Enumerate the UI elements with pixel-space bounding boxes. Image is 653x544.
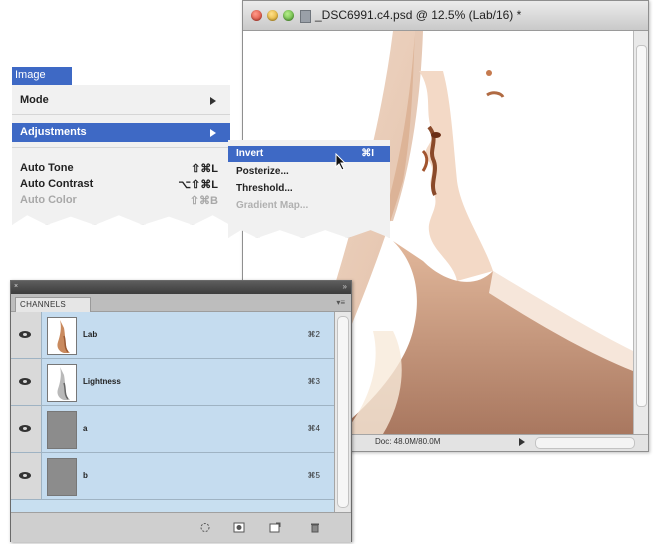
auto-contrast-shortcut: ⌥⇧⌘L: [178, 179, 218, 191]
document-title: _DSC6991.c4.psd @ 12.5% (Lab/16) *: [315, 8, 522, 22]
panel-scroll-thumb[interactable]: [337, 316, 349, 508]
vertical-scroll-thumb[interactable]: [636, 45, 647, 407]
submenu-item-threshold-label: Threshold...: [236, 183, 293, 194]
channel-thumbnail: [47, 364, 77, 402]
mouse-pointer-icon: [335, 153, 347, 171]
channel-row[interactable]: b ⌘5: [11, 453, 334, 500]
document-proxy-icon[interactable]: [300, 10, 311, 23]
panel-tab-row: CHANNELS ▾≡: [11, 294, 351, 312]
visibility-toggle[interactable]: [11, 453, 42, 499]
menu-separator: [12, 114, 230, 115]
auto-color-shortcut: ⇧⌘B: [189, 195, 218, 207]
channels-panel: × » CHANNELS ▾≡ Lab ⌘2 Lightness ⌘3 a ⌘4…: [10, 280, 352, 542]
submenu-arrow-icon: [210, 129, 216, 137]
channel-thumbnail: [47, 411, 77, 449]
eye-icon: [19, 425, 31, 432]
eye-icon: [19, 472, 31, 479]
new-channel-icon[interactable]: [269, 522, 281, 533]
trash-icon[interactable]: [309, 522, 321, 533]
eye-icon: [19, 378, 31, 385]
submenu-item-invert-label: Invert: [236, 148, 264, 159]
channel-name: a: [83, 424, 88, 433]
image-menu-title[interactable]: Image: [12, 67, 72, 85]
menu-item-auto-color-label: Auto Color: [20, 194, 77, 206]
channel-row[interactable]: Lightness ⌘3: [11, 359, 334, 406]
zoom-window-icon[interactable]: [283, 10, 294, 21]
close-window-icon[interactable]: [251, 10, 262, 21]
menu-item-adjustments[interactable]: Adjustments: [12, 123, 230, 142]
menu-separator: [12, 147, 230, 148]
menu-item-auto-tone-label: Auto Tone: [20, 162, 74, 174]
submenu-item-posterize[interactable]: Posterize...: [228, 164, 390, 180]
channel-shortcut: ⌘4: [307, 424, 320, 433]
panel-bottom-bar: [11, 512, 351, 542]
status-menu-arrow-icon[interactable]: [519, 438, 525, 446]
image-menu: Mode Adjustments Auto Tone ⇧⌘L Auto Cont…: [12, 85, 230, 225]
channel-name: b: [83, 471, 88, 480]
submenu-item-gradient-map[interactable]: Gradient Map...: [228, 198, 390, 214]
visibility-toggle[interactable]: [11, 406, 42, 452]
submenu-arrow-icon: [210, 97, 216, 105]
horizontal-scroll-thumb[interactable]: [535, 437, 635, 449]
channel-name: Lab: [83, 330, 98, 339]
channel-thumbnail: [47, 458, 77, 496]
submenu-item-gradient-map-label: Gradient Map...: [236, 200, 309, 211]
panel-scrollbar[interactable]: [334, 312, 350, 512]
panel-titlebar[interactable]: × »: [11, 281, 351, 294]
adjustments-submenu: Invert ⌘I Posterize... Threshold... Grad…: [228, 140, 390, 238]
channel-shortcut: ⌘2: [307, 330, 320, 339]
menu-item-auto-contrast-label: Auto Contrast: [20, 178, 94, 190]
panel-collapse-icon[interactable]: »: [343, 283, 347, 291]
channel-list: Lab ⌘2 Lightness ⌘3 a ⌘4 b ⌘5: [11, 312, 334, 512]
document-titlebar[interactable]: _DSC6991.c4.psd @ 12.5% (Lab/16) *: [243, 1, 648, 31]
submenu-item-threshold[interactable]: Threshold...: [228, 181, 390, 197]
menu-item-adjustments-label: Adjustments: [20, 126, 87, 138]
channel-row[interactable]: a ⌘4: [11, 406, 334, 453]
save-selection-as-channel-icon[interactable]: [233, 522, 245, 533]
visibility-toggle[interactable]: [11, 312, 42, 358]
menu-item-mode[interactable]: Mode: [12, 91, 230, 110]
menu-item-mode-label: Mode: [20, 94, 49, 106]
tab-channels[interactable]: CHANNELS: [15, 297, 91, 312]
eye-icon: [19, 331, 31, 338]
auto-tone-shortcut: ⇧⌘L: [191, 163, 218, 175]
channel-shortcut: ⌘3: [307, 377, 320, 386]
minimize-window-icon[interactable]: [267, 10, 278, 21]
submenu-item-invert[interactable]: Invert ⌘I: [228, 146, 390, 162]
load-channel-as-selection-icon[interactable]: [199, 522, 211, 533]
invert-shortcut: ⌘I: [361, 148, 374, 159]
menu-item-auto-color[interactable]: Auto Color ⇧⌘B: [12, 191, 230, 210]
panel-close-icon[interactable]: ×: [14, 283, 20, 290]
submenu-item-posterize-label: Posterize...: [236, 166, 289, 177]
vertical-scrollbar[interactable]: [633, 31, 648, 434]
panel-menu-icon[interactable]: ▾≡: [336, 298, 345, 307]
channel-shortcut: ⌘5: [307, 471, 320, 480]
channel-name: Lightness: [83, 377, 121, 386]
document-size-status: Doc: 48.0M/80.0M: [375, 437, 441, 446]
visibility-toggle[interactable]: [11, 359, 42, 405]
image-menu-label: Image: [15, 69, 46, 81]
tab-channels-label: CHANNELS: [20, 300, 66, 309]
channel-thumbnail: [47, 317, 77, 355]
channel-row[interactable]: Lab ⌘2: [11, 312, 334, 359]
